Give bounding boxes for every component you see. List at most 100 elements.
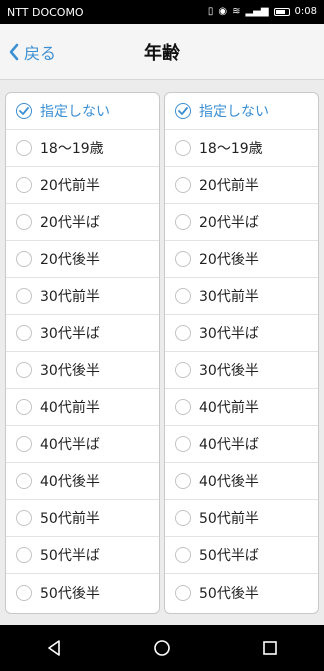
age-option[interactable]: 20代前半 [165,167,318,204]
radio-unchecked-icon [175,584,191,601]
radio-unchecked-icon [16,214,32,230]
age-option-label: 20代前半 [40,178,100,194]
radio-unchecked-icon [16,362,32,378]
radio-unchecked-icon [175,510,191,526]
age-option[interactable]: 20代半ば [165,204,318,241]
battery-icon [273,8,290,16]
radio-unchecked-icon [175,214,191,230]
age-option-label: 18〜19歳 [40,141,104,157]
age-option[interactable]: 30代後半 [165,352,318,389]
age-option[interactable]: 40代前半 [165,389,318,426]
radio-unchecked-icon [175,251,191,267]
radio-unchecked-icon [175,547,191,563]
radio-unchecked-icon [175,177,191,193]
nav-back-button[interactable] [34,628,74,668]
age-option-label: 30代半ば [40,326,100,342]
age-option[interactable]: 20代半ば [6,204,159,241]
age-option[interactable]: 40代半ば [6,426,159,463]
status-bar: NTT DOCOMO ▯ ◉ ≋ ▂▄▆ 0:08 [0,0,324,24]
radio-unchecked-icon [16,436,32,452]
age-option-label: 40代半ば [40,437,100,453]
age-option-label: 20代後半 [40,252,100,268]
age-option[interactable]: 18〜19歳 [165,130,318,167]
eye-icon: ◉ [218,6,228,17]
age-option-label: 30代後半 [199,363,259,379]
radio-unchecked-icon [16,510,32,526]
radio-unchecked-icon [175,288,191,304]
radio-unchecked-icon [175,140,191,156]
age-option[interactable]: 40代半ば [165,426,318,463]
radio-unchecked-icon [16,584,32,601]
radio-unchecked-icon [16,473,32,489]
age-option-label: 50代後半 [199,585,259,602]
recents-square-icon [263,641,277,655]
age-option-label: 20代半ば [199,215,259,231]
age-option[interactable]: 50代半ば [6,537,159,574]
radio-checked-icon [175,103,191,119]
age-option[interactable]: 20代後半 [6,241,159,278]
radio-unchecked-icon [175,325,191,341]
age-option-label: 18〜19歳 [199,141,263,157]
age-option[interactable]: 40代後半 [165,463,318,500]
age-option-label: 20代半ば [40,215,100,231]
age-option-label: 30代後半 [40,363,100,379]
radio-unchecked-icon [16,177,32,193]
age-option[interactable]: 50代後半 [165,574,318,611]
age-option-label: 20代前半 [199,178,259,194]
age-option-label: 50代前半 [40,511,100,527]
age-list-min: 指定しない 18〜19歳 20代前半 20代半ば 20代後半 30代前半 30代半ば 30代後… [5,92,160,614]
age-option-label: 40代半ば [199,437,259,453]
back-label: 戻る [24,44,57,63]
radio-unchecked-icon [16,251,32,267]
wifi-icon: ≋ [232,6,241,17]
age-option[interactable]: 30代前半 [165,278,318,315]
header: 戻る 年齢 [0,24,324,80]
age-option-label: 指定しない [40,104,110,120]
radio-unchecked-icon [16,325,32,341]
age-option[interactable]: 30代後半 [6,352,159,389]
age-option-label: 40代後半 [199,474,259,490]
radio-unchecked-icon [16,288,32,304]
age-option-label: 30代半ば [199,326,259,342]
age-option[interactable]: 50代前半 [165,500,318,537]
radio-unchecked-icon [175,436,191,452]
nav-recents-button[interactable] [250,628,290,668]
age-option-label: 40代前半 [40,400,100,416]
age-option[interactable]: 20代前半 [6,167,159,204]
age-option-label: 50代前半 [199,511,259,527]
age-option-label: 50代後半 [40,585,100,602]
back-button[interactable]: 戻る [8,24,56,80]
age-option[interactable]: 40代前半 [6,389,159,426]
chevron-left-icon [9,43,19,61]
clock: 0:08 [294,6,317,17]
back-triangle-icon [48,640,60,656]
age-option[interactable]: 50代前半 [6,500,159,537]
age-option[interactable]: 30代半ば [6,315,159,352]
nav-home-button[interactable] [142,628,182,668]
age-option[interactable]: 50代半ば [165,537,318,574]
age-option-label: 30代前半 [199,289,259,305]
radio-unchecked-icon [16,399,32,415]
age-option[interactable]: 指定しない [165,93,318,130]
age-option-label: 指定しない [199,104,269,120]
navigation-bar [0,625,324,671]
radio-unchecked-icon [16,547,32,563]
radio-checked-icon [16,103,32,119]
age-option[interactable]: 40代後半 [6,463,159,500]
age-option[interactable]: 30代前半 [6,278,159,315]
age-option[interactable]: 指定しない [6,93,159,130]
age-option-label: 20代後半 [199,252,259,268]
age-option-label: 30代前半 [40,289,100,305]
age-option-label: 40代後半 [40,474,100,490]
age-list-max: 指定しない 18〜19歳 20代前半 20代半ば 20代後半 30代前半 30代半ば 30代後… [164,92,319,614]
age-option[interactable]: 20代後半 [165,241,318,278]
age-option[interactable]: 18〜19歳 [6,130,159,167]
age-option[interactable]: 30代半ば [165,315,318,352]
carrier-label: NTT DOCOMO [7,5,84,19]
signal-icon: ▂▄▆ [245,6,269,17]
status-icons: ▯ ◉ ≋ ▂▄▆ 0:08 [208,7,317,17]
age-option-label: 40代前半 [199,400,259,416]
age-option[interactable]: 50代後半 [6,574,159,611]
radio-unchecked-icon [175,362,191,378]
age-option-label: 50代半ば [199,548,259,564]
